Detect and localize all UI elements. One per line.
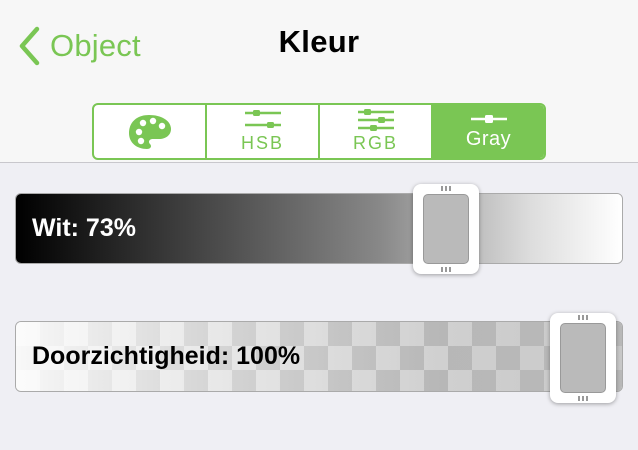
color-mode-segmented-control: HSB RGB Gray	[92, 103, 546, 160]
white-slider-label: Wit: 73%	[32, 214, 136, 242]
opacity-slider-track[interactable]: Doorzichtigheid: 100%	[15, 321, 623, 392]
tab-rgb[interactable]: RGB	[320, 105, 433, 158]
navigation-bar: Object Kleur	[0, 0, 638, 92]
page-title: Kleur	[278, 24, 360, 59]
tab-hsb-label: HSB	[240, 133, 284, 153]
opacity-slider-label: Doorzichtigheid: 100%	[32, 342, 301, 370]
grip-icon	[440, 186, 451, 191]
palette-icon	[128, 114, 171, 149]
white-slider-thumb[interactable]	[412, 184, 479, 274]
grip-icon	[578, 315, 588, 320]
tab-palette[interactable]	[94, 105, 207, 158]
opacity-slider-thumb[interactable]	[550, 313, 616, 403]
white-slider-track[interactable]: Wit: 73%	[15, 193, 623, 264]
tab-gray[interactable]: Gray	[433, 105, 544, 158]
sliders-icon	[357, 109, 394, 131]
grip-icon	[578, 396, 588, 401]
sliders-icon	[244, 110, 281, 128]
opacity-thumb-swatch	[560, 323, 606, 393]
slider-icon	[470, 115, 507, 123]
tab-gray-label: Gray	[465, 128, 512, 150]
tab-hsb[interactable]: HSB	[207, 105, 320, 158]
grip-icon	[440, 267, 451, 272]
segment-bar: HSB RGB Gray	[0, 92, 638, 163]
tab-rgb-label: RGB	[352, 133, 398, 153]
white-thumb-swatch	[422, 194, 469, 264]
